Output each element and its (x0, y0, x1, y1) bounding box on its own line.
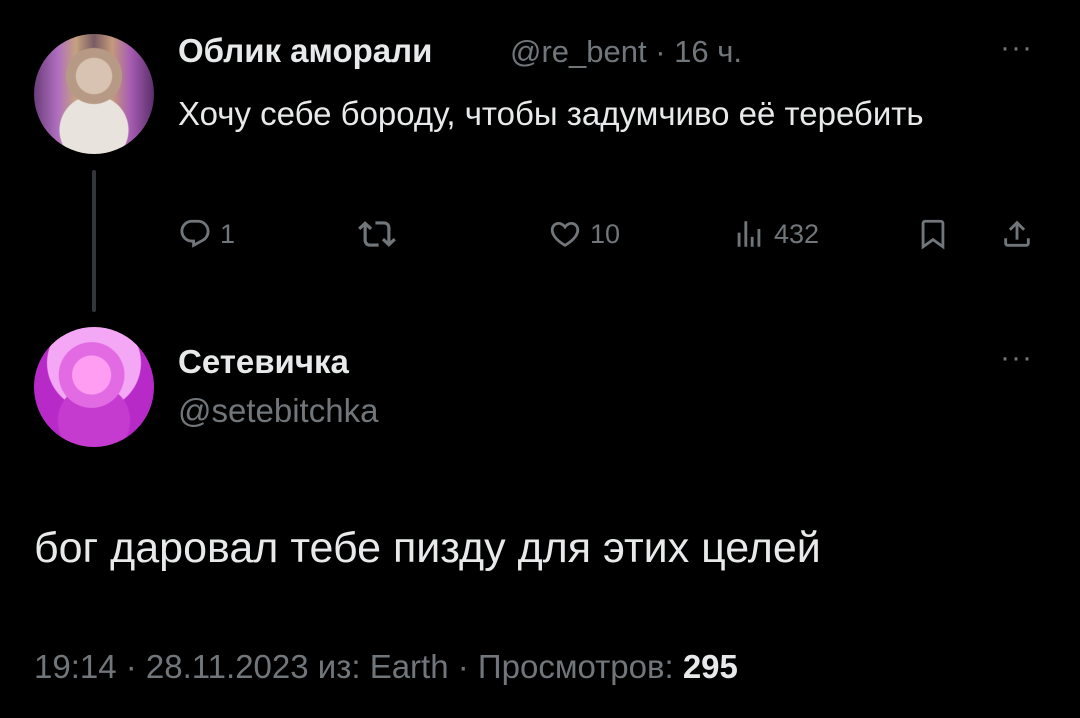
reply-icon (180, 219, 210, 248)
bookmark-button[interactable] (916, 214, 950, 254)
bookmark-icon (921, 219, 945, 250)
views-count: 432 (774, 218, 820, 249)
avatar[interactable] (34, 327, 154, 447)
like-icon (550, 221, 580, 247)
author-handle-and-time[interactable]: @re_bent · 16 ч. (510, 34, 742, 70)
author-name[interactable]: Облик аморали (178, 32, 432, 70)
author-handle[interactable]: @setebitchka (178, 392, 378, 430)
author-name[interactable]: Сетевичка (178, 343, 349, 381)
more-icon[interactable]: ··· (1000, 343, 1033, 373)
tweet-text: бог даровал тебе пизду для этих целей (34, 524, 821, 572)
more-icon[interactable]: ··· (1000, 33, 1033, 63)
views-button[interactable]: 432 (732, 214, 819, 254)
timestamp-and-source[interactable]: 19:14 · 28.11.2023 из: Earth · Просмотро… (34, 648, 683, 685)
thread-line (92, 170, 96, 312)
like-button[interactable]: 10 (548, 214, 620, 254)
avatar[interactable] (34, 34, 154, 154)
views-icon (737, 221, 761, 247)
tweet-meta: 19:14 · 28.11.2023 из: Earth · Просмотро… (34, 648, 738, 686)
tweet-text: Хочу себе бороду, чтобы задумчиво её тер… (178, 95, 924, 132)
share-icon (1004, 220, 1030, 247)
reply-count: 1 (220, 218, 236, 249)
retweet-icon (358, 221, 396, 247)
retweet-button[interactable] (358, 214, 404, 254)
views-total: 295 (682, 648, 738, 685)
share-button[interactable] (1000, 214, 1034, 254)
reply-button[interactable]: 1 (178, 214, 235, 254)
like-count: 10 (590, 218, 621, 249)
